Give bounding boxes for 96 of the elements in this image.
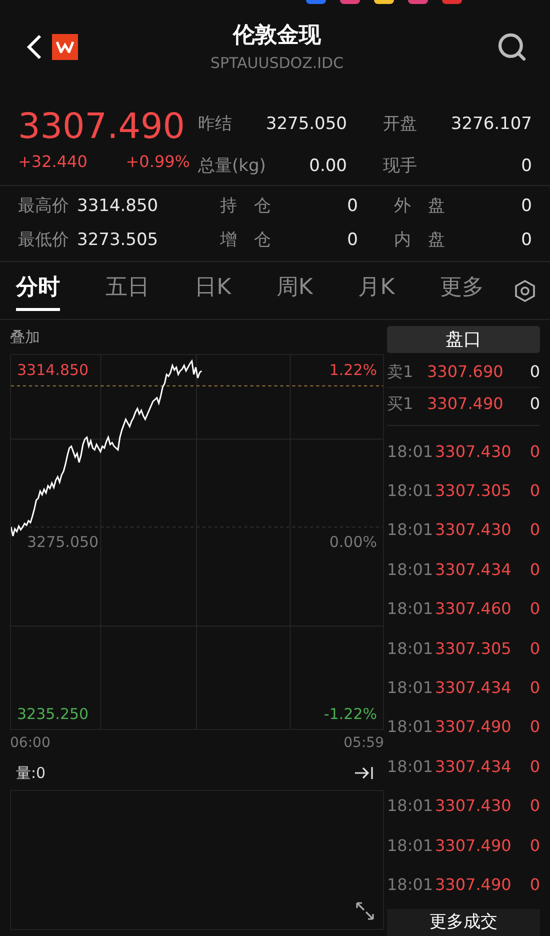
overlay-label[interactable]: 叠加: [10, 320, 384, 354]
expand-icon[interactable]: [355, 901, 375, 921]
time-label: 05:59: [344, 734, 384, 752]
trade-volume: 0: [530, 440, 540, 463]
symbol-code: SPTAUUSDOZ.IDC: [210, 53, 344, 74]
trade-time: 18:01: [387, 677, 434, 700]
stat-value: 0: [521, 228, 532, 252]
stat-value: 0: [347, 195, 358, 218]
stat-label: 开盘: [383, 113, 417, 136]
chart-tab[interactable]: 日K: [194, 270, 232, 310]
status-app-icon: [340, 0, 360, 4]
trade-price: 3307.490: [435, 716, 512, 738]
status-app-icon: [374, 0, 394, 4]
chart-tab[interactable]: 月K: [358, 270, 395, 310]
stat-value: 3275.050: [266, 113, 347, 136]
trade-price: 3307.434: [435, 558, 512, 581]
volume-label: 量:0: [16, 762, 46, 784]
stat-label: 昨结: [198, 113, 232, 136]
trade-volume: 0: [530, 716, 540, 738]
trade-price: 3307.490: [435, 834, 512, 857]
chart-tab[interactable]: 更多: [440, 270, 484, 310]
trade-volume: 0: [530, 638, 540, 660]
level-label: 卖1: [387, 361, 414, 383]
trade-volume: 0: [530, 834, 540, 857]
trade-time: 18:01: [387, 795, 434, 818]
status-app-icon: [306, 0, 326, 4]
logo-icon: [52, 34, 78, 60]
trade-price: 3307.434: [435, 756, 512, 778]
level-price: 3307.490: [427, 392, 504, 414]
trade-time: 18:01: [387, 440, 434, 463]
trade-price: 3307.434: [435, 677, 512, 700]
trade-time: 18:01: [387, 638, 434, 660]
stat-value: 3273.505: [77, 228, 158, 252]
trade-price: 3307.460: [435, 598, 512, 620]
level-label: 买1: [387, 392, 414, 414]
trade-price: 3307.430: [435, 440, 512, 463]
stat-label: 增 仓: [220, 228, 271, 252]
axis-label: 3314.850: [17, 360, 89, 381]
last-price: 3307.490: [18, 108, 186, 146]
stat-value: 0: [521, 195, 532, 218]
order-book-tab[interactable]: 盘口: [387, 326, 540, 353]
stat-label: 外 盘: [394, 195, 445, 218]
trade-volume: 0: [530, 756, 540, 778]
trade-price: 3307.305: [435, 638, 512, 660]
trade-time: 18:01: [387, 756, 434, 778]
chart-tab[interactable]: 分时: [16, 270, 60, 310]
stat-value: 0: [521, 154, 532, 178]
stat-value: 0: [347, 228, 358, 252]
trade-price: 3307.430: [435, 795, 512, 818]
axis-label: 1.22%: [329, 360, 377, 381]
level-volume: 0: [530, 392, 540, 414]
stat-value: 3314.850: [77, 195, 158, 218]
trade-volume: 0: [530, 795, 540, 818]
stat-value: 0.00: [309, 154, 347, 178]
level-price: 3307.690: [427, 361, 504, 383]
trade-price: 3307.305: [435, 480, 512, 502]
status-app-icon: [408, 0, 428, 4]
trade-price: 3307.430: [435, 519, 512, 542]
level-volume: 0: [530, 361, 540, 383]
stat-label: 最低价: [18, 228, 69, 252]
search-button[interactable]: [496, 31, 528, 63]
trade-time: 18:01: [387, 874, 434, 896]
status-app-icon: [442, 0, 462, 4]
trade-volume: 0: [530, 598, 540, 620]
trade-time: 18:01: [387, 480, 434, 502]
chart-tab[interactable]: 五日: [105, 270, 150, 310]
back-icon[interactable]: [26, 34, 42, 60]
change-percent: +0.99%: [126, 151, 190, 173]
trade-volume: 0: [530, 874, 540, 896]
axis-label: -1.22%: [324, 704, 377, 724]
chart-tab[interactable]: 周K: [276, 270, 313, 310]
trade-volume: 0: [530, 480, 540, 502]
price-change: +32.440: [18, 151, 88, 173]
jump-to-end-icon[interactable]: [354, 765, 374, 781]
stat-label: 内 盘: [394, 228, 445, 252]
trade-time: 18:01: [387, 716, 434, 738]
trade-time: 18:01: [387, 519, 434, 542]
stat-label: 现手: [383, 154, 417, 178]
trade-volume: 0: [530, 519, 540, 542]
trade-volume: 0: [530, 677, 540, 700]
trade-time: 18:01: [387, 598, 434, 620]
axis-label: 3275.050: [26, 532, 99, 553]
axis-label: 3235.250: [17, 704, 89, 724]
more-trades-button[interactable]: 更多成交: [387, 908, 540, 936]
settings-button[interactable]: [514, 280, 536, 302]
time-label: 06:00: [10, 734, 50, 752]
trade-time: 18:01: [387, 558, 434, 581]
stat-value: 3276.107: [450, 113, 532, 136]
axis-label: 0.00%: [329, 532, 377, 553]
page-title: 伦敦金现: [233, 22, 321, 50]
stat-label: 总量(kg): [198, 154, 266, 178]
stat-label: 最高价: [18, 195, 69, 218]
stat-label: 持 仓: [220, 195, 271, 218]
trade-time: 18:01: [387, 834, 434, 857]
trade-volume: 0: [530, 558, 540, 581]
trade-price: 3307.490: [435, 874, 512, 896]
